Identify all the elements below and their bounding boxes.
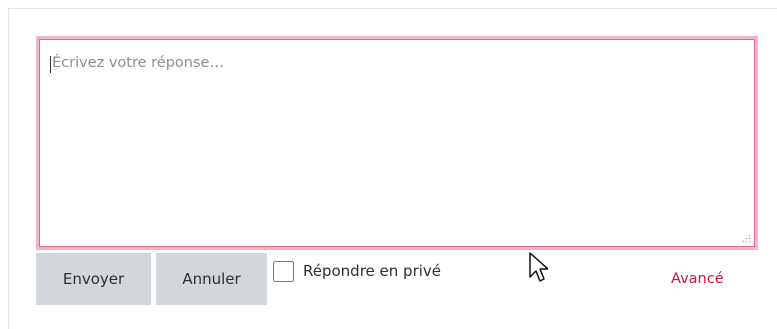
- private-reply-label: Répondre en privé: [303, 262, 442, 280]
- cancel-button[interactable]: Annuler: [156, 253, 267, 305]
- reply-editor[interactable]: [36, 36, 758, 250]
- resize-grip-icon[interactable]: [741, 233, 751, 243]
- send-button[interactable]: Envoyer: [36, 253, 151, 305]
- advanced-link[interactable]: Avancé: [671, 271, 724, 287]
- text-caret: [50, 56, 51, 73]
- reply-textarea[interactable]: [39, 39, 755, 247]
- mouse-pointer-icon: [529, 252, 548, 282]
- private-reply-checkbox[interactable]: [273, 260, 294, 282]
- private-reply-option[interactable]: Répondre en privé: [273, 257, 441, 285]
